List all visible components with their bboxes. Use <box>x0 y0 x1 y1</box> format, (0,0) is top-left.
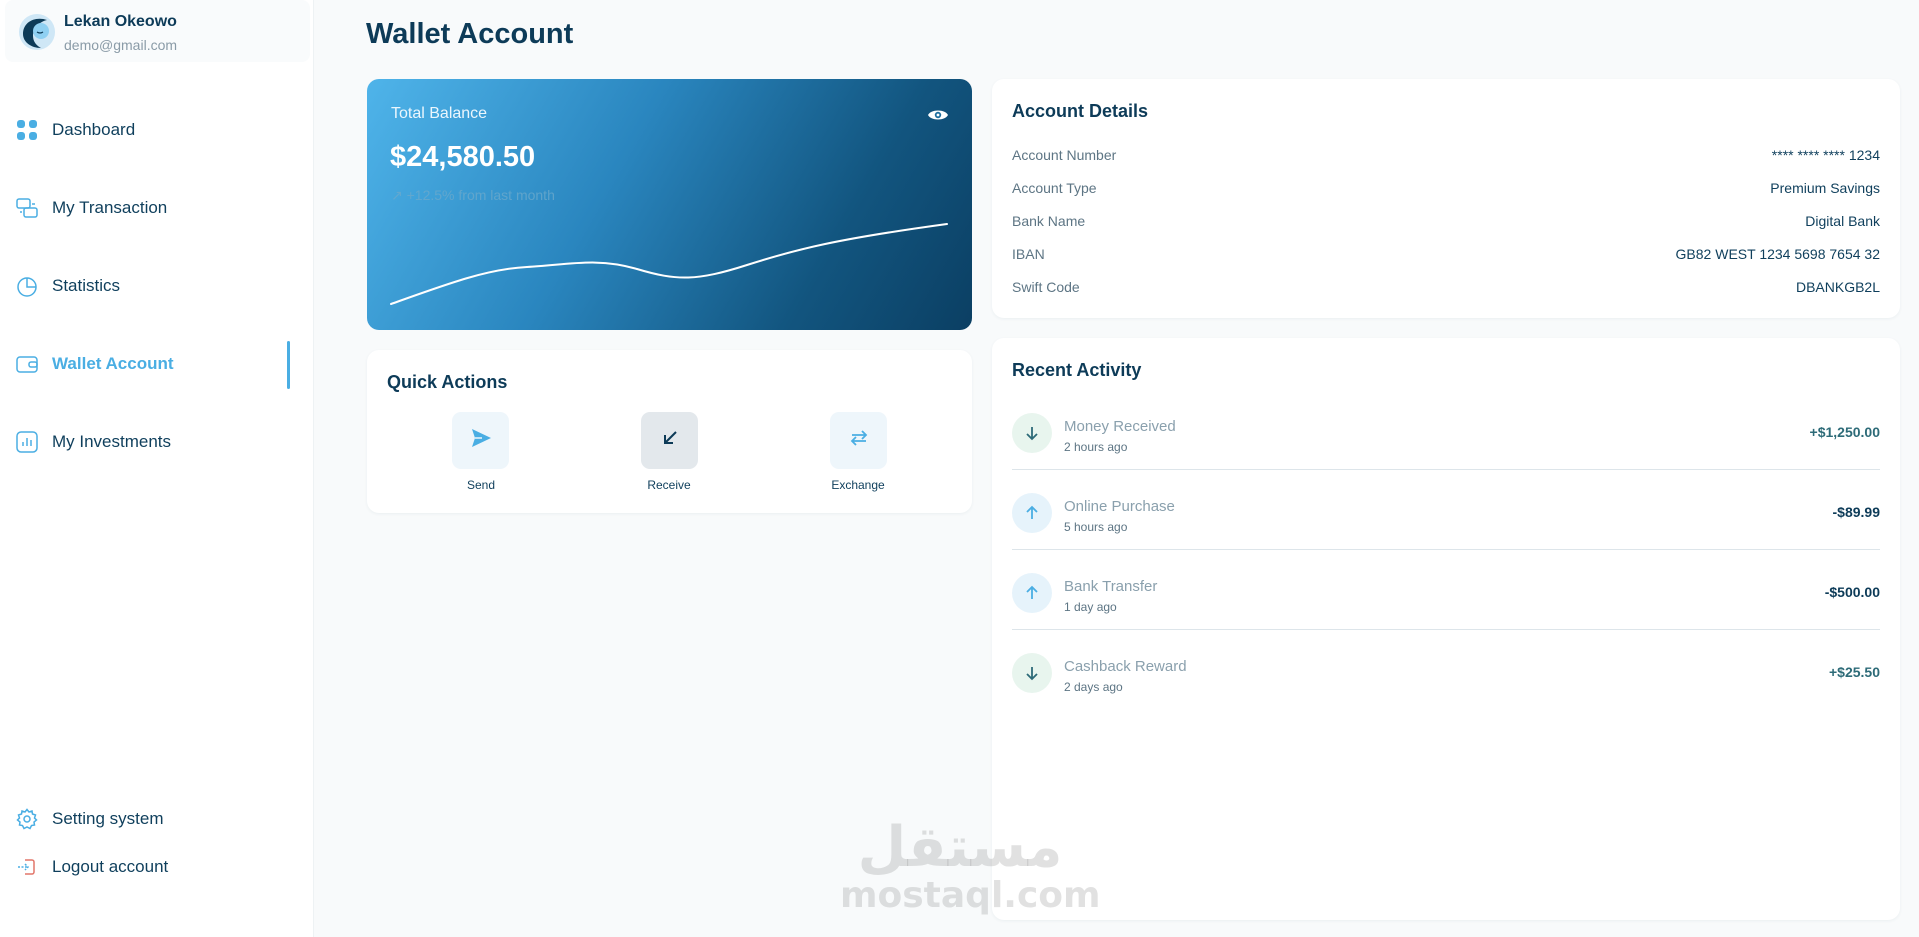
detail-key: Account Number <box>1012 147 1117 163</box>
account-detail-row: Swift Code DBANKGB2L <box>1012 279 1880 299</box>
balance-change: ↗ +12.5% from last month <box>391 187 555 204</box>
logout-icon <box>16 856 38 878</box>
sidebar-item-logout[interactable]: Logout account <box>0 847 300 887</box>
account-details-title: Account Details <box>1012 101 1149 121</box>
detail-key: Account Type <box>1012 180 1097 196</box>
detail-value: GB82 WEST 1234 5698 7654 32 <box>1675 246 1880 262</box>
recent-activity-title: Recent Activity <box>1012 360 1142 380</box>
activity-time: 2 hours ago <box>1064 440 1128 454</box>
send-button[interactable] <box>452 412 509 469</box>
user-profile[interactable]: Lekan Okeowo demo@gmail.com <box>5 0 310 62</box>
activity-title: Cashback Reward <box>1064 658 1187 675</box>
receive-label: Receive <box>647 478 691 492</box>
send-label: Send <box>466 478 496 492</box>
sidebar-item-label: Wallet Account <box>52 354 174 373</box>
avatar <box>19 14 55 50</box>
recent-activity-card: Recent Activity Money Received 2 hours a… <box>992 338 1900 920</box>
account-details-card: Account Details Account Number **** ****… <box>992 79 1900 318</box>
activity-title: Bank Transfer <box>1064 578 1158 595</box>
activity-title: Online Purchase <box>1064 498 1175 515</box>
sidebar-item-label: My Investments <box>52 432 172 451</box>
bar-chart-icon <box>16 431 38 453</box>
pie-chart-icon <box>16 275 38 297</box>
activity-item[interactable]: Online Purchase 5 hours ago -$89.99 <box>1012 470 1880 550</box>
balance-change-text: +12.5% from last month <box>406 187 555 203</box>
activity-time: 1 day ago <box>1064 600 1117 614</box>
quick-actions-card: Quick Actions Send Receive Exchange <box>367 350 972 513</box>
activity-item[interactable]: Money Received 2 hours ago +$1,250.00 <box>1012 390 1880 470</box>
activity-item[interactable]: Bank Transfer 1 day ago -$500.00 <box>1012 550 1880 630</box>
sidebar-item-settings[interactable]: Setting system <box>0 799 300 839</box>
transaction-icon <box>16 197 38 219</box>
sidebar-item-dashboard[interactable]: Dashboard <box>0 110 300 150</box>
account-detail-row: Account Type Premium Savings <box>1012 180 1880 200</box>
arrow-up-icon <box>1012 573 1052 613</box>
receive-button[interactable] <box>641 412 698 469</box>
detail-value: Premium Savings <box>1770 180 1880 196</box>
arrow-down-icon <box>1012 653 1052 693</box>
arrow-down-icon <box>1012 413 1052 453</box>
balance-label: Total Balance <box>391 105 488 122</box>
exchange-label: Exchange <box>831 478 885 492</box>
sidebar-item-wallet-account[interactable]: Wallet Account <box>0 344 300 384</box>
detail-value: **** **** **** 1234 <box>1771 147 1880 163</box>
exchange-button[interactable] <box>830 412 887 469</box>
account-detail-row: IBAN GB82 WEST 1234 5698 7654 32 <box>1012 246 1880 266</box>
detail-value: DBANKGB2L <box>1795 279 1880 295</box>
activity-amount: +$25.50 <box>1829 664 1880 680</box>
activity-item[interactable]: Cashback Reward 2 days ago +$25.50 <box>1012 630 1880 710</box>
eye-icon[interactable] <box>926 103 950 127</box>
sidebar-item-label: Statistics <box>52 276 121 295</box>
sidebar-item-label: Dashboard <box>52 120 136 139</box>
active-indicator <box>287 341 290 389</box>
sidebar-item-my-transaction[interactable]: My Transaction <box>0 188 300 228</box>
activity-amount: -$89.99 <box>1832 504 1880 520</box>
page-title: Wallet Account <box>366 18 574 50</box>
arrow-up-icon <box>1012 493 1052 533</box>
activity-time: 2 days ago <box>1064 680 1123 694</box>
detail-key: Swift Code <box>1012 279 1080 295</box>
exchange-icon <box>848 427 870 454</box>
balance-card: Total Balance $24,580.50 ↗ +12.5% from l… <box>367 79 972 330</box>
trend-up-icon: ↗ <box>391 187 403 203</box>
profile-email: demo@gmail.com <box>64 37 178 53</box>
account-detail-row: Bank Name Digital Bank <box>1012 213 1880 233</box>
sidebar-item-label: My Transaction <box>52 198 168 217</box>
detail-key: IBAN <box>1012 246 1045 262</box>
activity-amount: +$1,250.00 <box>1809 424 1880 440</box>
activity-time: 5 hours ago <box>1064 520 1128 534</box>
sidebar-item-label: Setting system <box>52 809 164 828</box>
detail-value: Digital Bank <box>1805 213 1880 229</box>
activity-amount: -$500.00 <box>1824 584 1880 600</box>
wallet-icon <box>16 353 38 375</box>
sidebar: Lekan Okeowo demo@gmail.com Dashboard My… <box>0 0 314 937</box>
send-icon <box>469 426 493 455</box>
account-detail-row: Account Number **** **** **** 1234 <box>1012 147 1880 167</box>
sidebar-item-statistics[interactable]: Statistics <box>0 266 300 306</box>
arrow-down-left-icon <box>659 427 681 454</box>
gear-icon <box>16 808 38 830</box>
grid-icon <box>16 119 38 141</box>
balance-amount: $24,580.50 <box>390 141 536 173</box>
detail-key: Bank Name <box>1012 213 1086 229</box>
sidebar-item-my-investments[interactable]: My Investments <box>0 422 300 462</box>
sidebar-item-label: Logout account <box>52 857 169 876</box>
profile-name: Lekan Okeowo <box>64 13 177 30</box>
activity-title: Money Received <box>1064 418 1176 435</box>
quick-actions-title: Quick Actions <box>387 372 508 392</box>
